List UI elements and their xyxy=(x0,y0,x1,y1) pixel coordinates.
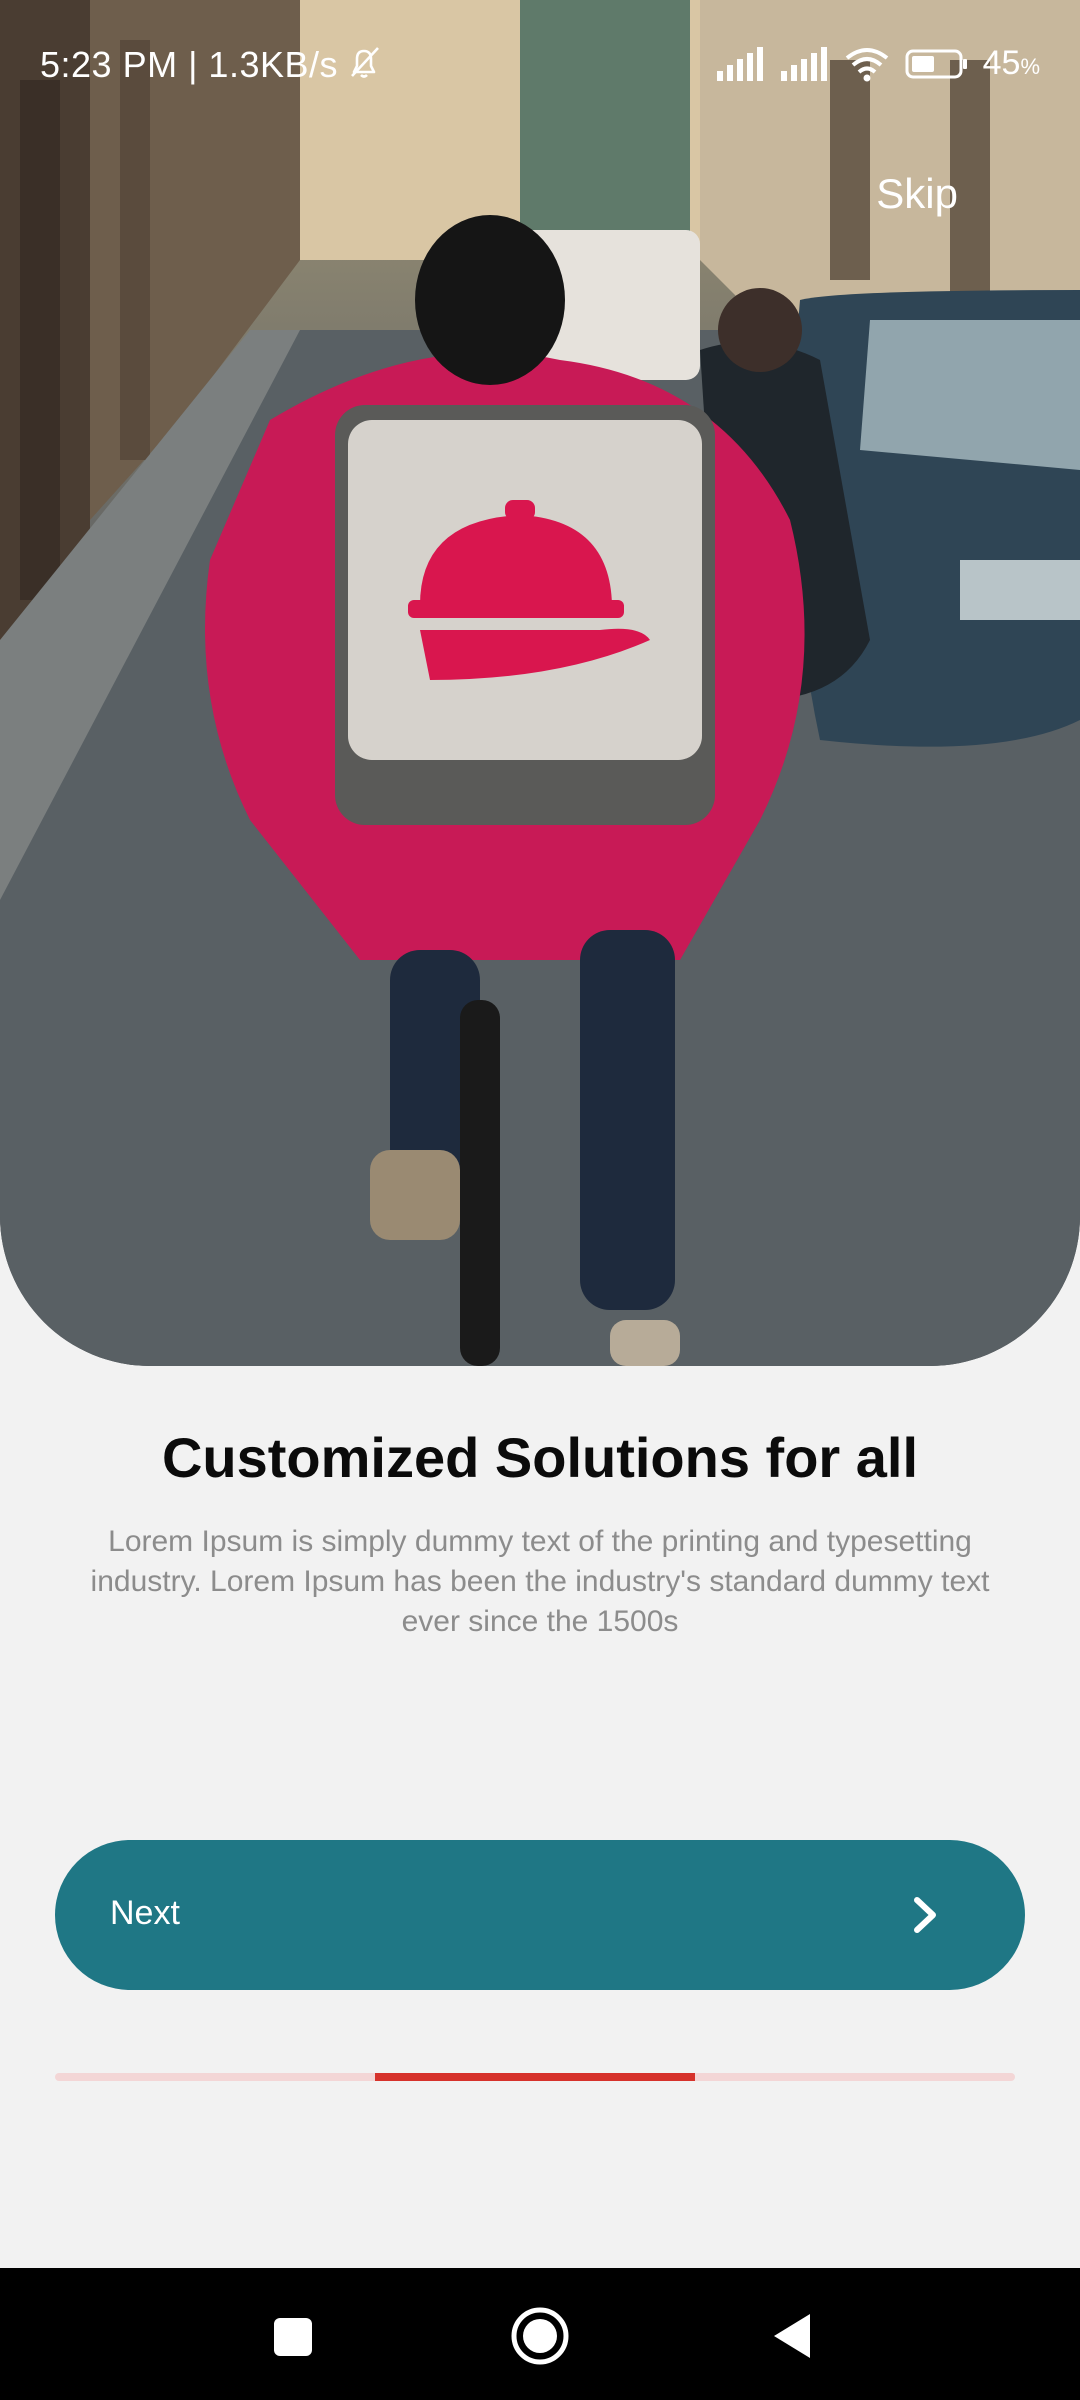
onboarding-title: Customized Solutions for all xyxy=(161,1426,919,1489)
battery-level: 45% xyxy=(982,44,1040,82)
back-icon[interactable] xyxy=(760,2304,824,2368)
onboarding-description: Lorem Ipsum is simply dummy text of the … xyxy=(90,1525,990,1638)
signal-icon xyxy=(716,46,763,81)
chevron-right-icon xyxy=(914,1897,936,1933)
home-icon[interactable] xyxy=(508,2304,572,2368)
bell-off-icon xyxy=(351,47,379,78)
skip-button[interactable]: Skip xyxy=(876,170,958,218)
onboarding-progress xyxy=(55,2073,1015,2081)
next-button-label: Next xyxy=(110,1894,180,1932)
status-icons: 45% xyxy=(715,44,1040,83)
wifi-icon xyxy=(845,47,888,81)
recents-icon[interactable] xyxy=(260,2304,324,2368)
next-button[interactable]: Next xyxy=(55,1840,1025,1990)
status-time: 5:23 PM | 1.3KB/s xyxy=(40,44,338,85)
battery-icon xyxy=(905,49,967,78)
navigation-bar xyxy=(0,2268,1080,2400)
status-bar: 5:23 PM | 1.3KB/s 45% xyxy=(0,0,1080,130)
progress-active-segment xyxy=(374,2073,695,2081)
signal-icon xyxy=(780,46,827,81)
